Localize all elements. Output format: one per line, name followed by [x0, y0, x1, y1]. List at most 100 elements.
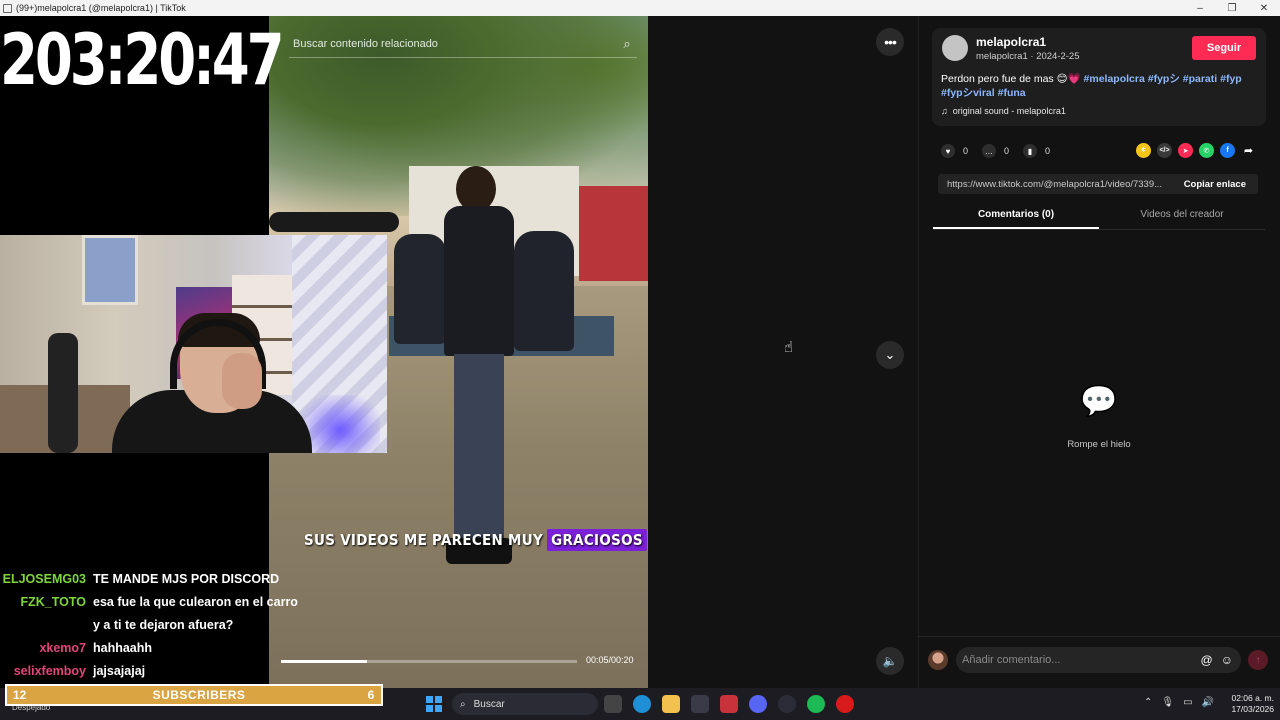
- volume-button[interactable]: 🔈: [876, 647, 904, 675]
- speaker-icon[interactable]: 🔊: [1202, 697, 1214, 708]
- discord-icon[interactable]: [749, 695, 767, 713]
- hashtag[interactable]: #fyp: [1220, 73, 1242, 85]
- file-explorer-icon[interactable]: [662, 695, 680, 713]
- comment-placeholder: Añadir comentario...: [962, 654, 1061, 666]
- title-bar: (99+)melapolcra1 (@melapolcra1) | TikTok…: [0, 0, 1280, 16]
- webcam-chair: [48, 333, 78, 453]
- creator-username[interactable]: melapolcra1: [976, 35, 1046, 49]
- video-caption: SUS VIDEOS ME PARECEN MUY GRACIOSOS: [304, 527, 648, 553]
- follow-button[interactable]: Seguir: [1192, 36, 1256, 60]
- hashtag[interactable]: #fypシ: [1148, 73, 1180, 85]
- search-icon[interactable]: ⌕: [617, 36, 637, 52]
- clock-time: 02:06 a. m.: [1231, 693, 1274, 703]
- chat-message: ELJOSEMG03 TE MANDE MJS POR DISCORD: [0, 568, 340, 591]
- tab-comments[interactable]: Comentarios (0): [933, 206, 1099, 229]
- store-icon[interactable]: [691, 695, 709, 713]
- chevron-up-icon[interactable]: ⌃: [1144, 697, 1152, 708]
- heart-icon: ♥: [941, 144, 955, 158]
- obs-icon[interactable]: [778, 695, 796, 713]
- caption-text: SUS VIDEOS ME PARECEN MUY: [304, 531, 544, 549]
- windows-start-icon[interactable]: [426, 696, 442, 712]
- empty-comments-text: Rompe el hielo: [1067, 439, 1131, 450]
- video-red-building: [579, 186, 648, 281]
- app-icon: [3, 3, 12, 13]
- panel-tabs: Comentarios (0) Videos del creador: [933, 206, 1265, 230]
- chat-message: xkemo7 hahhaahh: [0, 637, 340, 660]
- whatsapp-icon[interactable]: ✆: [1199, 143, 1214, 158]
- minimize-button[interactable]: –: [1184, 3, 1216, 14]
- send-comment-button[interactable]: ↑: [1248, 650, 1268, 670]
- video-link[interactable]: https://www.tiktok.com/@melapolcra1/vide…: [938, 179, 1172, 190]
- bookmark-icon: ▮: [1023, 144, 1038, 158]
- user-avatar: [928, 650, 948, 670]
- hashtag[interactable]: #fypシviral: [941, 87, 995, 99]
- subs-label: SUBSCRIBERS: [152, 688, 246, 702]
- hashtag[interactable]: #parati: [1183, 73, 1217, 85]
- taskbar-clock[interactable]: 02:06 a. m. 17/03/2026: [1218, 693, 1274, 715]
- video-person-sitting: [514, 231, 574, 351]
- comment-icon: …: [982, 144, 997, 158]
- send-icon[interactable]: ➤: [1178, 143, 1193, 158]
- subs-right-count: 6: [367, 688, 375, 702]
- spotify-icon[interactable]: [807, 695, 825, 713]
- chat-text: hahhaahh: [93, 641, 153, 655]
- mention-icon[interactable]: @: [1201, 653, 1213, 667]
- window-title: (99+)melapolcra1 (@melapolcra1) | TikTok: [16, 3, 186, 13]
- stream-chat: ELJOSEMG03 TE MANDE MJS POR DISCORD FZK_…: [0, 568, 340, 683]
- caption-highlight: GRACIOSOS: [546, 529, 648, 551]
- related-search[interactable]: Buscar contenido relacionado ⌕: [289, 30, 637, 58]
- sound-name: original sound - melapolcra1: [952, 106, 1066, 116]
- video-person-standing: [444, 166, 514, 576]
- chat-message: FZK_TOTO esa fue la que culearon en el c…: [0, 591, 340, 614]
- chat-user: [0, 614, 93, 637]
- stream-timer: 203:20:47: [0, 19, 285, 101]
- more-options-button[interactable]: •••: [876, 28, 904, 56]
- video-time: 00:05/00:20: [586, 655, 634, 665]
- taskbar-search[interactable]: ⌕ Buscar: [452, 693, 598, 715]
- streamer-hand: [222, 353, 262, 409]
- copy-link-button[interactable]: Copiar enlace: [1172, 179, 1258, 190]
- hashtag[interactable]: #melapolcra: [1084, 73, 1145, 85]
- comment-count: 0: [1004, 146, 1010, 156]
- chat-user: selixfemboy: [13, 664, 86, 678]
- facebook-icon[interactable]: f: [1220, 143, 1235, 158]
- creator-avatar[interactable]: [942, 35, 968, 61]
- emoji-icon[interactable]: ☺: [1221, 653, 1233, 667]
- comment-input[interactable]: Añadir comentario... @ ☺: [956, 647, 1241, 673]
- like-button[interactable]: ♥ 0: [941, 144, 968, 158]
- microphone-icon[interactable]: 🎙: [1161, 697, 1174, 708]
- system-tray: ⌃ 🎙 ▭ 🔊: [1144, 697, 1223, 708]
- creator-subline: melapolcra1 · 2024-2-25: [976, 51, 1080, 62]
- chat-text: y a ti te dejaron afuera?: [93, 618, 234, 632]
- like-count: 0: [963, 146, 969, 156]
- tab-creator-videos[interactable]: Videos del creador: [1099, 206, 1265, 229]
- network-icon[interactable]: ▭: [1183, 697, 1192, 708]
- chat-text: TE MANDE MJS POR DISCORD: [93, 572, 280, 586]
- maximize-button[interactable]: ❐: [1216, 3, 1248, 14]
- opera-icon[interactable]: [836, 695, 854, 713]
- tiktok-window: (99+)melapolcra1 (@melapolcra1) | TikTok…: [0, 0, 1280, 720]
- coin-icon[interactable]: ¢: [1136, 143, 1151, 158]
- save-button[interactable]: ▮ 0: [1023, 144, 1050, 158]
- link-box: https://www.tiktok.com/@melapolcra1/vide…: [938, 174, 1258, 194]
- task-view-icon[interactable]: [604, 695, 622, 713]
- taskbar-apps: [604, 695, 865, 713]
- hashtag[interactable]: #funa: [998, 87, 1026, 99]
- empty-comments-icon: 💬: [1080, 385, 1118, 418]
- sound-link[interactable]: ♫ original sound - melapolcra1: [941, 106, 1066, 116]
- next-video-button[interactable]: ⌄: [876, 341, 904, 369]
- video-person-sitting: [394, 234, 446, 344]
- related-search-input[interactable]: Buscar contenido relacionado: [289, 38, 617, 50]
- share-icon[interactable]: ➦: [1241, 143, 1256, 158]
- share-icons: ¢ </> ➤ ✆ f ➦: [1136, 143, 1262, 158]
- close-button[interactable]: ✕: [1248, 3, 1280, 14]
- webcam-overlay: [0, 235, 387, 453]
- comment-button[interactable]: … 0: [982, 144, 1009, 158]
- embed-icon[interactable]: </>: [1157, 143, 1172, 158]
- chat-text: jajsajajaj: [93, 664, 146, 678]
- webcam-rgb-light: [300, 395, 380, 453]
- app-icon[interactable]: [720, 695, 738, 713]
- edge-icon[interactable]: [633, 695, 651, 713]
- chat-user: xkemo7: [39, 641, 86, 655]
- save-count: 0: [1045, 146, 1051, 156]
